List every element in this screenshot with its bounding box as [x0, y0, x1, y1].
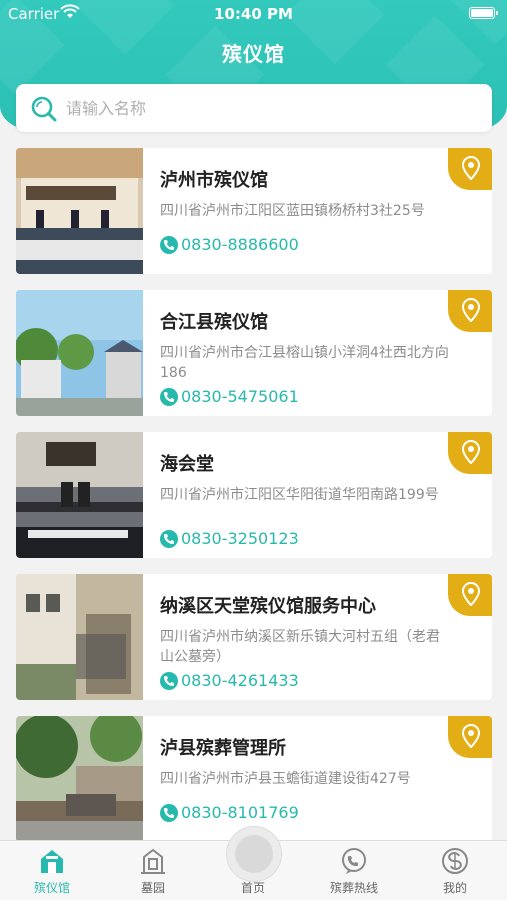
- phone-row[interactable]: 0830-8101769: [160, 802, 299, 822]
- phone-row[interactable]: 0830-3250123: [160, 528, 299, 548]
- tab-label: 殡仪馆: [33, 881, 70, 895]
- funeral-home-address: 四川省泸州市纳溪区新乐镇大河村五组（老君山公墓旁）: [160, 629, 440, 665]
- funeral-home-name: 泸县殡葬管理所: [160, 738, 286, 759]
- list-item[interactable]: 纳溪区天堂殡仪馆服务中心 四川省泸州市纳溪区新乐镇大河村五组（老君山公墓旁） 0…: [16, 574, 492, 700]
- location-pin-icon: [461, 582, 481, 606]
- funeral-home-address: 四川省泸州市江阳区蓝田镇杨桥村3社25号: [160, 203, 425, 219]
- status-bar: Carrier 10:40 PM: [0, 0, 507, 28]
- phone-number[interactable]: 0830-8101769: [181, 803, 299, 822]
- funeral-home-icon: [41, 850, 63, 873]
- funeral-home-address: 四川省泸州市泸县玉蟾街道建设街427号: [160, 771, 411, 787]
- home-button[interactable]: [226, 826, 282, 882]
- phone-row[interactable]: 0830-8886600: [160, 234, 299, 254]
- list-item[interactable]: 泸州市殡仪馆 四川省泸州市江阳区蓝田镇杨桥村3社25号 0830-8886600: [16, 148, 492, 274]
- funeral-home-photo: [16, 290, 143, 416]
- location-button[interactable]: [448, 432, 492, 474]
- clock: 10:40 PM: [214, 5, 293, 23]
- phone-number[interactable]: 0830-5475061: [181, 387, 299, 406]
- location-pin-icon: [461, 440, 481, 464]
- home-icon: [235, 835, 273, 873]
- phone-number[interactable]: 0830-8886600: [181, 235, 299, 254]
- tab-funeral-home[interactable]: 殡仪馆: [2, 841, 102, 900]
- cemetery-icon: [141, 848, 165, 874]
- battery-icon: [469, 7, 498, 19]
- tab-label: 殡葬热线: [329, 881, 378, 895]
- funeral-home-name: 合江县殡仪馆: [160, 312, 268, 333]
- funeral-home-photo: [16, 148, 143, 274]
- tab-label: 墓园: [140, 881, 165, 895]
- tab-hotline[interactable]: 殡葬热线: [304, 841, 404, 900]
- phone-number[interactable]: 0830-3250123: [181, 529, 299, 548]
- hotline-icon: [342, 848, 366, 874]
- location-pin-icon: [461, 298, 481, 322]
- funeral-home-name: 海会堂: [160, 454, 214, 475]
- list-item[interactable]: 海会堂 四川省泸州市江阳区华阳街道华阳南路199号 0830-3250123: [16, 432, 492, 558]
- page-title: 殡仪馆: [222, 42, 285, 66]
- location-button[interactable]: [448, 574, 492, 616]
- tab-cemetery[interactable]: 墓园: [103, 841, 203, 900]
- list-item[interactable]: 泸县殡葬管理所 四川省泸州市泸县玉蟾街道建设街427号 0830-8101769: [16, 716, 492, 842]
- phone-row[interactable]: 0830-4261433: [160, 670, 299, 690]
- phone-icon: [160, 235, 178, 254]
- funeral-home-address: 四川省泸州市江阳区华阳街道华阳南路199号: [160, 487, 439, 503]
- phone-number[interactable]: 0830-4261433: [181, 671, 299, 690]
- phone-icon: [160, 671, 178, 690]
- list-item[interactable]: 合江县殡仪馆 四川省泸州市合江县榕山镇小洋洞4社西北方向186 0830-547…: [16, 290, 492, 416]
- search-input[interactable]: [66, 92, 476, 124]
- funeral-home-address: 四川省泸州市合江县榕山镇小洋洞4社西北方向186: [160, 345, 449, 381]
- phone-icon: [160, 803, 178, 822]
- funeral-home-photo: [16, 716, 143, 842]
- tab-label: 我的: [442, 881, 467, 895]
- location-button[interactable]: [448, 290, 492, 332]
- phone-row[interactable]: 0830-5475061: [160, 386, 299, 406]
- location-button[interactable]: [448, 148, 492, 190]
- search-bar[interactable]: [16, 84, 492, 132]
- funeral-home-name: 纳溪区天堂殡仪馆服务中心: [160, 596, 376, 617]
- tab-profile[interactable]: 我的: [405, 841, 505, 900]
- phone-icon: [160, 529, 178, 548]
- profile-icon: [442, 848, 468, 874]
- funeral-home-name: 泸州市殡仪馆: [160, 170, 268, 191]
- search-icon: [31, 96, 57, 122]
- location-pin-icon: [461, 724, 481, 748]
- location-pin-icon: [461, 156, 481, 180]
- phone-icon: [160, 387, 178, 406]
- funeral-home-photo: [16, 574, 143, 700]
- location-button[interactable]: [448, 716, 492, 758]
- funeral-home-photo: [16, 432, 143, 558]
- funeral-home-list: 泸州市殡仪馆 四川省泸州市江阳区蓝田镇杨桥村3社25号 0830-8886600: [16, 148, 492, 858]
